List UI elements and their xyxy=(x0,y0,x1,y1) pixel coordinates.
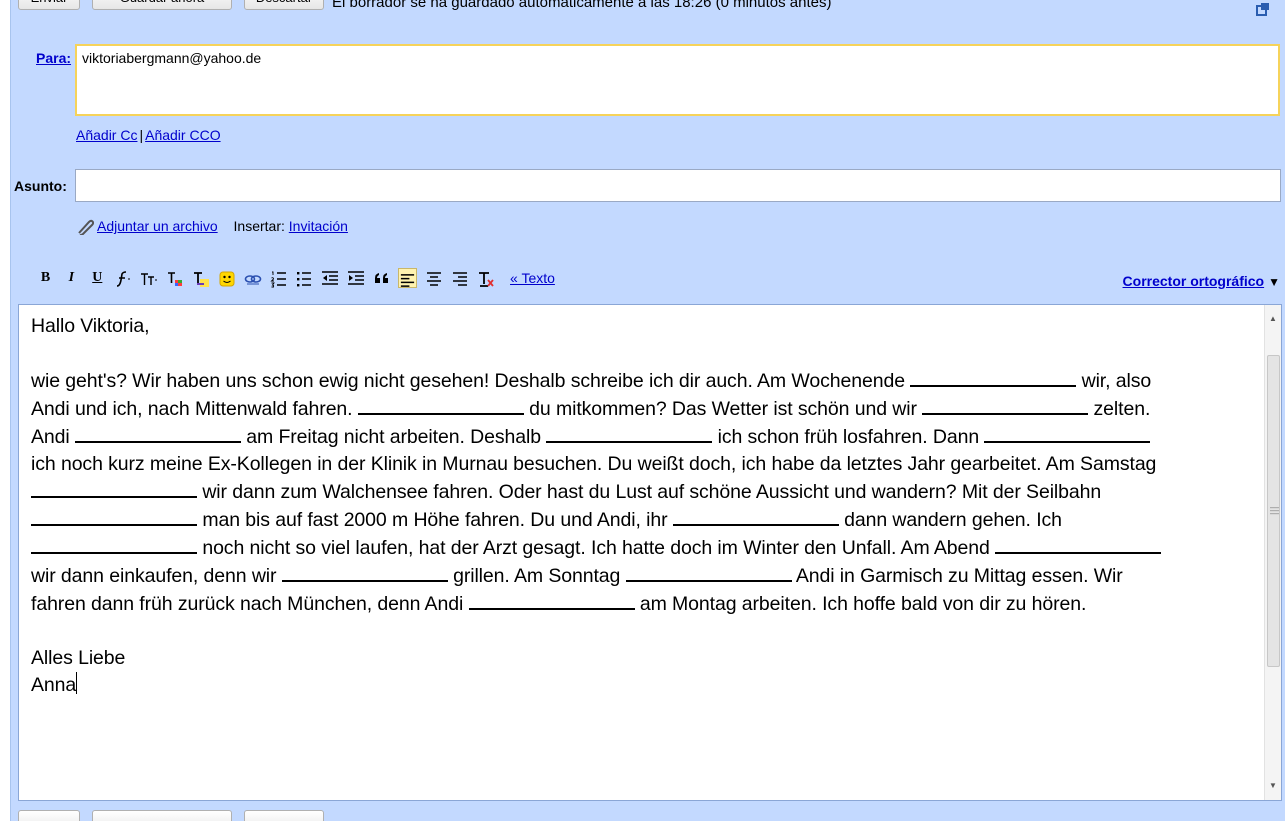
font-icon[interactable] xyxy=(114,268,133,288)
top-action-bar: Enviar Guardar ahora Descartar El borrad… xyxy=(0,0,1285,10)
insert-label: Insertar: xyxy=(233,218,285,234)
underline-icon[interactable]: U xyxy=(88,268,107,288)
highlight-icon[interactable] xyxy=(191,268,210,288)
quote-icon[interactable] xyxy=(373,268,392,288)
bold-icon[interactable]: B xyxy=(36,268,55,288)
greeting: Hallo Viktoria, xyxy=(31,315,150,337)
answer-blank xyxy=(910,367,1077,387)
attach-row: Adjuntar un archivo Insertar: Invitación xyxy=(76,218,348,236)
text-caret xyxy=(76,672,78,694)
answer-blank xyxy=(74,423,241,443)
spell-check[interactable]: Corrector ortográfico ▼ xyxy=(1123,273,1280,289)
body-line: ich noch kurz meine Ex-Kollegen in der K… xyxy=(31,453,1157,475)
answer-blank xyxy=(357,395,524,415)
attach-file-link[interactable]: Adjuntar un archivo xyxy=(97,218,218,234)
editor-scrollbar[interactable]: ▲ — — — ▼ xyxy=(1264,305,1281,800)
body-line: noch nicht so viel laufen, hat der Arzt … xyxy=(31,534,1263,562)
new-window-icon[interactable] xyxy=(1256,2,1270,16)
font-size-icon[interactable] xyxy=(140,268,159,288)
answer-blank xyxy=(31,478,197,498)
subject-label: Asunto: xyxy=(14,178,67,194)
answer-blank xyxy=(468,590,635,610)
invitation-link[interactable]: Invitación xyxy=(289,218,348,234)
plain-text-link[interactable]: « Texto xyxy=(510,270,555,286)
add-cc-link[interactable]: Añadir Cc xyxy=(76,127,137,143)
autosave-status: El borrador se ha guardado automáticamen… xyxy=(332,0,832,10)
align-left-icon[interactable] xyxy=(398,268,418,288)
scroll-down-arrow-icon[interactable]: ▼ xyxy=(1265,778,1281,794)
closing: Alles Liebe xyxy=(31,647,126,669)
paperclip-icon xyxy=(78,220,94,236)
answer-blank xyxy=(995,534,1162,554)
subject-input[interactable] xyxy=(75,169,1281,202)
to-field[interactable]: viktoriabergmann@yahoo.de xyxy=(75,44,1280,116)
body-line: wir dann einkaufen, denn wir grillen. Am… xyxy=(31,562,1263,590)
format-toolbar: B I U « Texto xyxy=(36,268,555,292)
answer-blank xyxy=(984,423,1151,443)
answer-blank xyxy=(922,395,1089,415)
remove-formatting-icon[interactable] xyxy=(476,268,495,288)
add-bcc-link[interactable]: Añadir CCO xyxy=(145,127,220,143)
spell-check-dropdown-icon[interactable]: ▼ xyxy=(1268,275,1280,289)
spell-check-link[interactable]: Corrector ortográfico xyxy=(1123,273,1265,289)
body-line: Andi und ich, nach Mittenwald fahren. du… xyxy=(31,395,1263,423)
body-line: Andi am Freitag nicht arbeiten. Deshalb … xyxy=(31,423,1263,451)
to-value: viktoriabergmann@yahoo.de xyxy=(82,50,262,66)
grip-icon: — — — xyxy=(1270,502,1279,518)
send-button[interactable]: Enviar xyxy=(18,0,80,10)
text-color-icon[interactable] xyxy=(165,268,184,288)
numbered-list-icon[interactable] xyxy=(269,268,288,288)
signature-line: Anna xyxy=(31,672,1263,699)
align-center-icon[interactable] xyxy=(424,268,443,288)
answer-blank xyxy=(31,506,197,526)
discard-button[interactable]: Descartar xyxy=(244,0,324,10)
italic-icon[interactable]: I xyxy=(62,268,81,288)
discard-button-bottom[interactable] xyxy=(244,810,324,821)
answer-blank xyxy=(625,562,792,582)
bottom-action-bar xyxy=(0,808,1285,821)
answer-blank xyxy=(31,534,197,554)
message-body-editor[interactable]: Hallo Viktoria, wie geht's? Wir haben un… xyxy=(18,304,1282,801)
body-line: man bis auf fast 2000 m Höhe fahren. Du … xyxy=(31,506,1263,534)
indent-less-icon[interactable] xyxy=(321,268,340,288)
save-now-button-bottom[interactable] xyxy=(92,810,232,821)
scrollbar-thumb[interactable]: — — — xyxy=(1267,355,1280,667)
cc-links: Añadir Cc | Añadir CCO xyxy=(76,127,221,143)
answer-blank xyxy=(672,506,839,526)
indent-more-icon[interactable] xyxy=(347,268,366,288)
link-icon[interactable] xyxy=(243,268,262,288)
message-body[interactable]: Hallo Viktoria, wie geht's? Wir haben un… xyxy=(31,313,1263,699)
scroll-up-arrow-icon[interactable]: ▲ xyxy=(1265,311,1281,327)
answer-blank xyxy=(281,562,448,582)
save-now-button[interactable]: Guardar ahora xyxy=(92,0,232,10)
body-line: wie geht's? Wir haben uns schon ewig nic… xyxy=(31,367,1263,395)
body-line: wir dann zum Walchensee fahren. Oder has… xyxy=(31,478,1263,506)
align-right-icon[interactable] xyxy=(450,268,469,288)
answer-blank xyxy=(546,423,713,443)
send-button-bottom[interactable] xyxy=(18,810,80,821)
bulleted-list-icon[interactable] xyxy=(295,268,314,288)
body-line: fahren dann früh zurück nach München, de… xyxy=(31,590,1263,618)
to-label[interactable]: Para: xyxy=(36,50,71,66)
signature: Anna xyxy=(31,674,77,696)
emoticon-icon[interactable] xyxy=(217,268,236,288)
cc-separator: | xyxy=(139,127,144,143)
